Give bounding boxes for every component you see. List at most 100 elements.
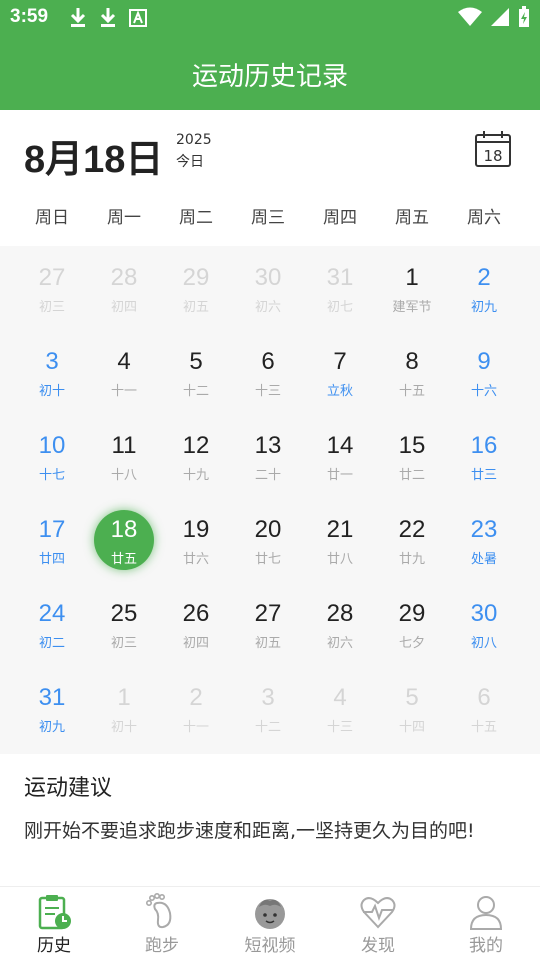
nav-video[interactable]: 短视频 bbox=[216, 887, 324, 960]
calendar-day[interactable]: 6 十五 bbox=[448, 666, 520, 750]
day-lunar-label: 十八 bbox=[110, 468, 137, 483]
day-lunar-label: 初十 bbox=[110, 720, 137, 735]
today-label[interactable]: 今日 bbox=[176, 151, 204, 171]
nav-mine[interactable]: 我的 bbox=[432, 887, 540, 960]
calendar-day[interactable]: 31 初九 bbox=[16, 666, 88, 750]
day-number: 3 bbox=[45, 348, 59, 375]
day-number: 25 bbox=[110, 600, 138, 627]
day-lunar-label: 十一 bbox=[182, 720, 209, 735]
advice-title: 运动建议 bbox=[24, 776, 113, 801]
day-lunar-label: 处暑 bbox=[470, 552, 497, 567]
calendar-day[interactable]: 20 廿七 bbox=[232, 498, 304, 582]
calendar-day[interactable]: 21 廿八 bbox=[304, 498, 376, 582]
nav-running[interactable]: 跑步 bbox=[108, 887, 216, 960]
weekday-label: 周五 bbox=[395, 208, 429, 228]
day-number: 5 bbox=[405, 684, 419, 711]
calendar-day[interactable]: 30 初八 bbox=[448, 582, 520, 666]
day-number: 16 bbox=[470, 432, 498, 459]
calendar-day[interactable]: 5 十四 bbox=[376, 666, 448, 750]
calendar-day[interactable]: 4 十一 bbox=[88, 330, 160, 414]
weekday-label: 周四 bbox=[323, 208, 357, 228]
calendar-day[interactable]: 9 十六 bbox=[448, 330, 520, 414]
day-number: 13 bbox=[254, 432, 282, 459]
calendar-day[interactable]: 16 廿三 bbox=[448, 414, 520, 498]
app-bar: 运动历史记录 bbox=[0, 36, 540, 110]
calendar-day[interactable]: 27 初五 bbox=[232, 582, 304, 666]
calendar-day[interactable]: 4 十三 bbox=[304, 666, 376, 750]
day-lunar-label: 十七 bbox=[38, 468, 65, 483]
calendar-day[interactable]: 1 建军节 bbox=[376, 246, 448, 330]
day-lunar-label: 十三 bbox=[254, 384, 281, 399]
day-lunar-label: 廿八 bbox=[326, 552, 353, 567]
nav-history-label: 历史 bbox=[37, 936, 71, 956]
calendar-day[interactable]: 23 处暑 bbox=[448, 498, 520, 582]
day-number: 14 bbox=[326, 432, 354, 459]
calendar-day[interactable]: 8 十五 bbox=[376, 330, 448, 414]
calendar-day-selected[interactable]: 18 廿五 bbox=[88, 498, 160, 582]
calendar-icon-day: 18 bbox=[483, 147, 502, 165]
calendar-day[interactable]: 12 十九 bbox=[160, 414, 232, 498]
day-lunar-label: 初八 bbox=[470, 636, 497, 651]
day-number: 12 bbox=[182, 432, 210, 459]
nav-history[interactable]: 历史 bbox=[0, 887, 108, 960]
calendar-day[interactable]: 29 初五 bbox=[160, 246, 232, 330]
selected-date: 8月18日 bbox=[24, 139, 164, 181]
day-number: 11 bbox=[111, 432, 137, 459]
day-number: 23 bbox=[470, 516, 498, 543]
calendar-day[interactable]: 30 初六 bbox=[232, 246, 304, 330]
calendar-day[interactable]: 26 初四 bbox=[160, 582, 232, 666]
calendar-day[interactable]: 19 廿六 bbox=[160, 498, 232, 582]
download-icon bbox=[100, 8, 116, 27]
footprint-icon bbox=[145, 893, 172, 929]
day-number: 29 bbox=[182, 264, 210, 291]
day-lunar-label: 廿三 bbox=[470, 468, 497, 483]
day-lunar-label: 建军节 bbox=[392, 300, 432, 315]
year-label: 2025 bbox=[176, 132, 212, 148]
calendar-day[interactable]: 3 初十 bbox=[16, 330, 88, 414]
face-icon bbox=[255, 899, 285, 929]
calendar-day[interactable]: 11 十八 bbox=[88, 414, 160, 498]
status-system-icons bbox=[458, 6, 530, 28]
weekday-label: 周日 bbox=[35, 208, 69, 228]
calendar-day[interactable]: 22 廿九 bbox=[376, 498, 448, 582]
calendar-day[interactable]: 6 十三 bbox=[232, 330, 304, 414]
calendar-day[interactable]: 13 二十 bbox=[232, 414, 304, 498]
day-lunar-label: 初三 bbox=[110, 636, 137, 651]
calendar-week-row: 27 初三 28 初四 29 初五 30 初六 31 初七 1 建军节 2 初九 bbox=[16, 246, 524, 330]
day-number: 2 bbox=[189, 684, 203, 711]
calendar-day[interactable]: 28 初六 bbox=[304, 582, 376, 666]
calendar-day[interactable]: 14 廿一 bbox=[304, 414, 376, 498]
day-number: 31 bbox=[326, 264, 354, 291]
page-title: 运动历史记录 bbox=[191, 62, 348, 92]
calendar-day[interactable]: 28 初四 bbox=[88, 246, 160, 330]
day-number: 20 bbox=[254, 516, 282, 543]
exercise-advice: 运动建议 刚开始不要追求跑步速度和距离,一坚持更久为目的吧! bbox=[0, 754, 540, 886]
calendar-grid: 27 初三 28 初四 29 初五 30 初六 31 初七 1 建军节 2 初九 3 初十 4 十一 5 十二 6 十三 7… bbox=[0, 246, 540, 754]
calendar-day[interactable]: 29 七夕 bbox=[376, 582, 448, 666]
day-number: 29 bbox=[398, 600, 426, 627]
calendar-day[interactable]: 17 廿四 bbox=[16, 498, 88, 582]
calendar-day[interactable]: 2 初九 bbox=[448, 246, 520, 330]
calendar-day[interactable]: 25 初三 bbox=[88, 582, 160, 666]
day-number: 17 bbox=[38, 516, 66, 543]
day-lunar-label: 廿一 bbox=[326, 468, 353, 483]
calendar-day[interactable]: 10 十七 bbox=[16, 414, 88, 498]
day-number: 1 bbox=[117, 684, 131, 711]
calendar-day[interactable]: 5 十二 bbox=[160, 330, 232, 414]
calendar-week-row: 3 初十 4 十一 5 十二 6 十三 7 立秋 8 十五 9 十六 bbox=[16, 330, 524, 414]
calendar-icon[interactable]: 18 bbox=[474, 130, 512, 168]
day-lunar-label: 廿七 bbox=[254, 552, 281, 567]
calendar-day[interactable]: 27 初三 bbox=[16, 246, 88, 330]
calendar-day[interactable]: 2 十一 bbox=[160, 666, 232, 750]
nav-discover[interactable]: 发现 bbox=[324, 887, 432, 960]
calendar-day[interactable]: 7 立秋 bbox=[304, 330, 376, 414]
day-number: 2 bbox=[477, 264, 491, 291]
calendar-day[interactable]: 1 初十 bbox=[88, 666, 160, 750]
calendar-week-row: 24 初二 25 初三 26 初四 27 初五 28 初六 29 七夕 30 初八 bbox=[16, 582, 524, 666]
calendar-day[interactable]: 24 初二 bbox=[16, 582, 88, 666]
calendar-day[interactable]: 3 十二 bbox=[232, 666, 304, 750]
day-lunar-label: 廿九 bbox=[398, 552, 425, 567]
day-lunar-label: 初六 bbox=[326, 636, 353, 651]
calendar-day[interactable]: 31 初七 bbox=[304, 246, 376, 330]
calendar-day[interactable]: 15 廿二 bbox=[376, 414, 448, 498]
